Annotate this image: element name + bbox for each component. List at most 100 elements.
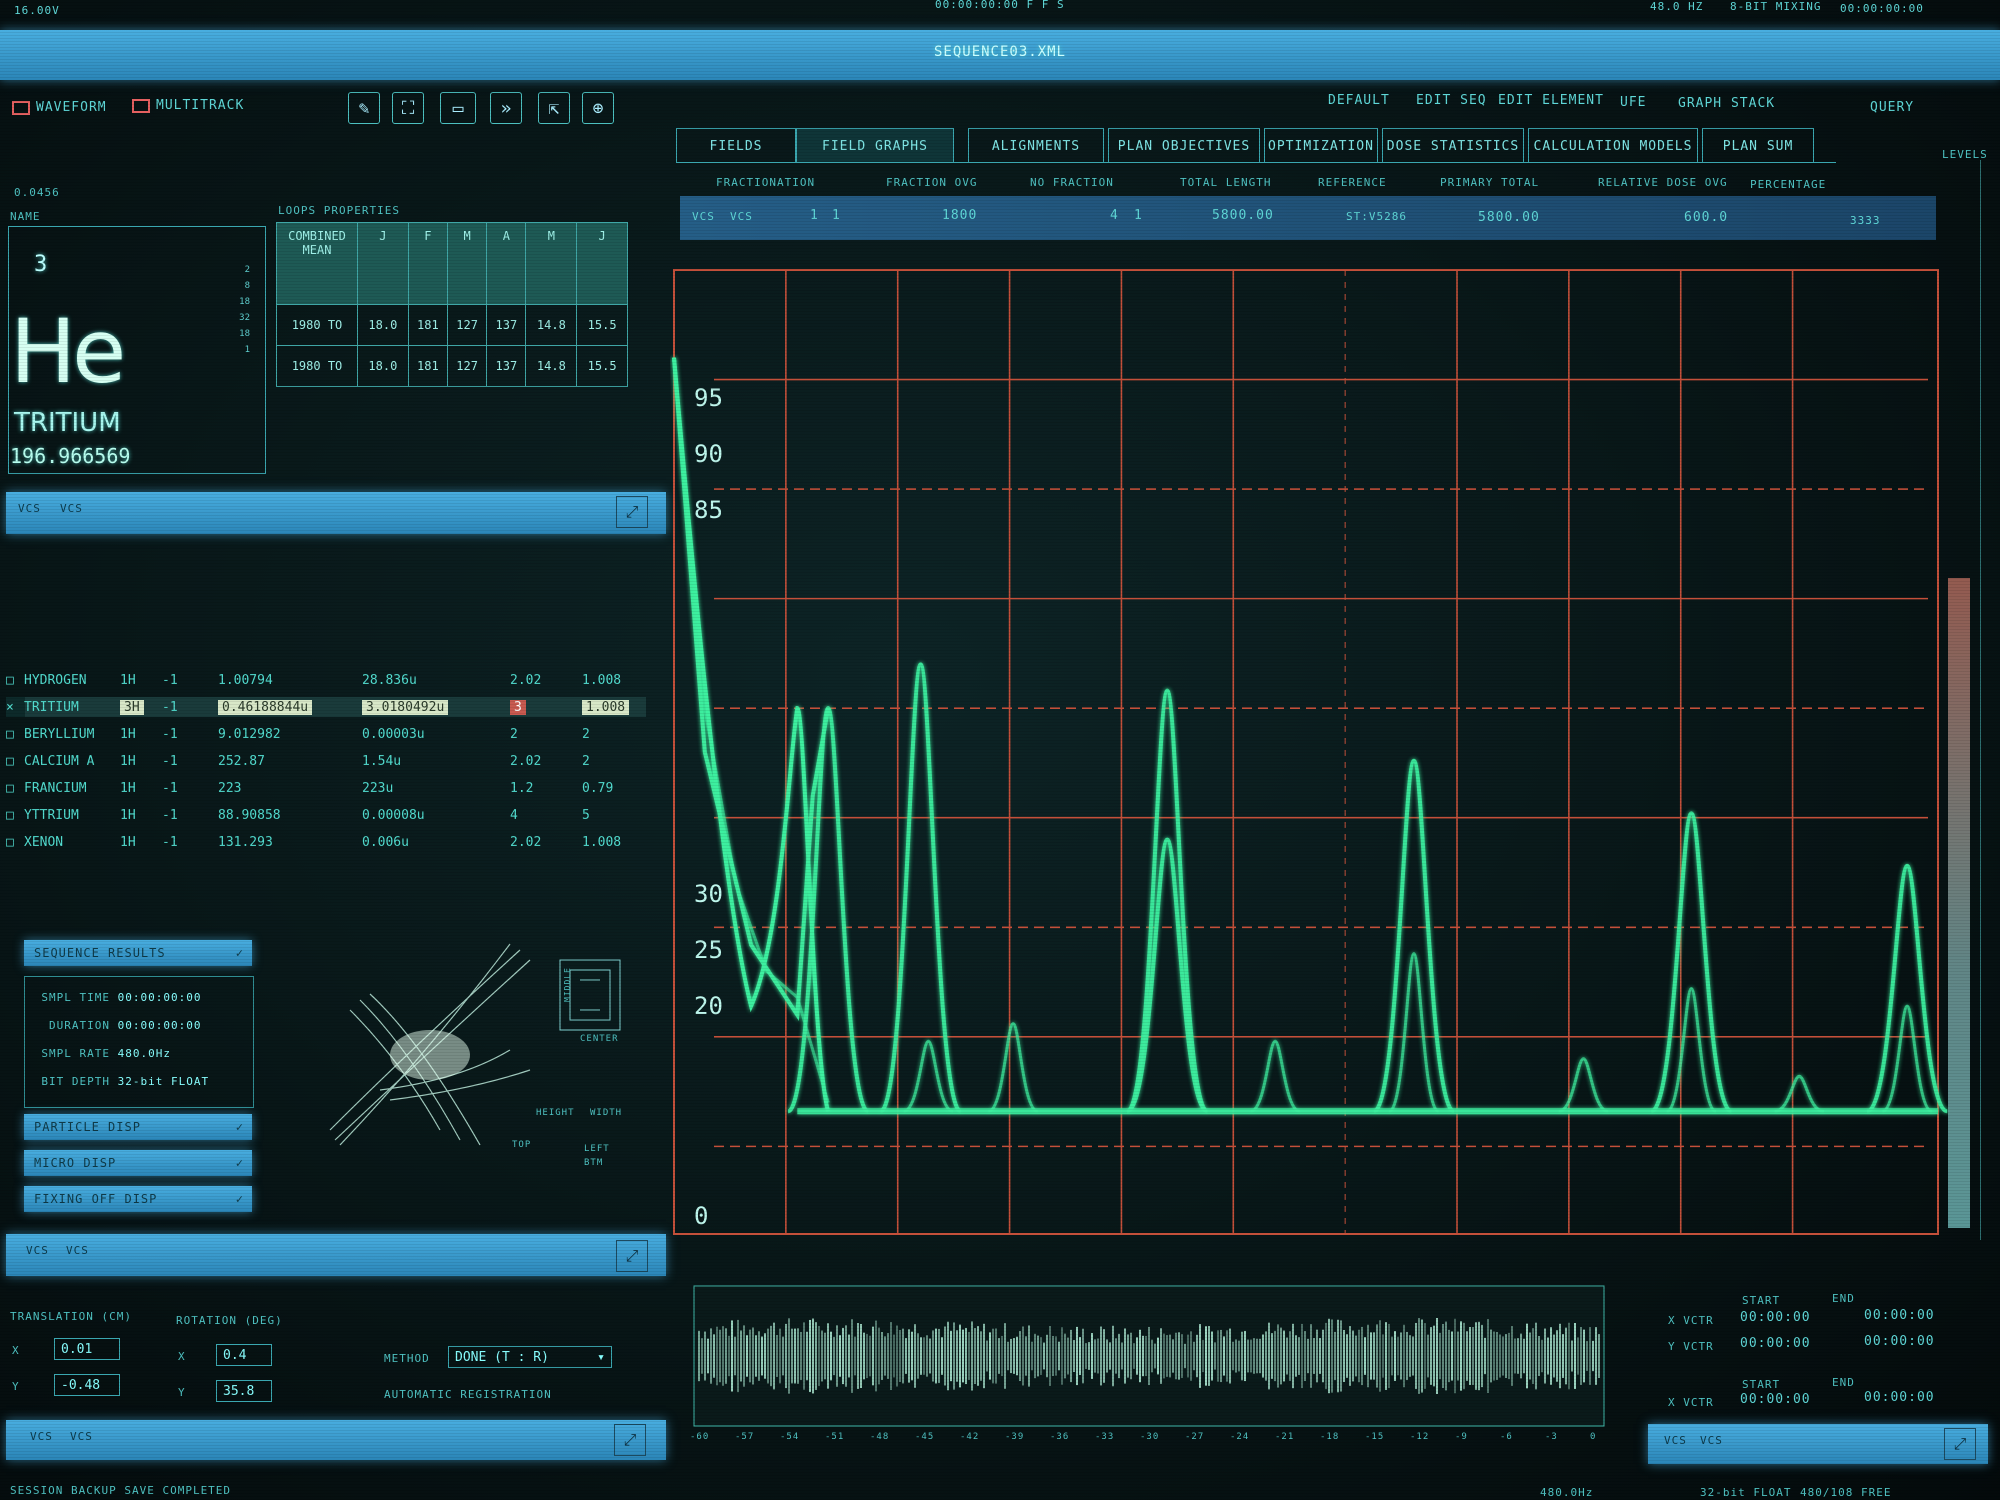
tab-fields[interactable]: FIELDS <box>676 128 796 163</box>
edit-icon[interactable]: ✎ <box>348 92 380 124</box>
col-total-length: TOTAL LENGTH <box>1180 176 1272 189</box>
check-icon: ✓ <box>235 1192 244 1206</box>
list-item[interactable]: × TRITIUM 3H -1 0.46188844u 3.0180492u 3 1.008 <box>6 697 646 717</box>
tab-plan-sum[interactable]: PLAN SUM <box>1702 128 1814 163</box>
checkbox-icon[interactable]: □ <box>6 808 14 823</box>
element-mass: 88.90858 <box>218 807 281 823</box>
trace-series <box>672 357 830 1103</box>
forward-icon[interactable]: » <box>490 92 522 124</box>
tab-field-graphs[interactable]: FIELD GRAPHS <box>796 128 954 163</box>
menu-edit-seq[interactable]: EDIT SEQ <box>1416 93 1487 108</box>
rotation-x-field[interactable]: 0.4 <box>216 1344 272 1366</box>
list-item[interactable]: □ YTTRIUM 1H -1 88.90858 0.00008u 4 5 <box>6 805 646 825</box>
atomic-number: 3 <box>34 252 48 277</box>
tab-divider <box>676 162 1836 163</box>
loops-cell: 15.5 <box>576 345 628 387</box>
expand-icon[interactable]: ⤢ <box>614 1424 646 1456</box>
waveform-toggle[interactable]: WAVEFORM <box>12 100 107 115</box>
spectrogram-bin <box>821 1330 823 1382</box>
tab-optimization[interactable]: OPTIMIZATION <box>1264 128 1378 163</box>
rate-readout: 48.0 HZ <box>1650 0 1704 13</box>
list-item[interactable]: □ BERYLLIUM 1H -1 9.012982 0.00003u 2 2 <box>6 724 646 744</box>
table-row[interactable]: 1980 TO 18.0 181 127 137 14.8 15.5 <box>276 304 628 346</box>
spectrogram-bin <box>1115 1338 1117 1374</box>
multitrack-toggle[interactable]: MULTITRACK <box>132 98 244 113</box>
spectrogram-bin <box>1181 1334 1183 1378</box>
vcs-bar-4[interactable] <box>1648 1424 1988 1464</box>
spectrogram[interactable] <box>690 1282 1630 1450</box>
list-item[interactable]: □ CALCIUM A 1H -1 252.87 1.54u 2.02 2 <box>6 751 646 771</box>
spectrogram-bin <box>1253 1338 1255 1374</box>
spectrogram-bin <box>701 1338 703 1374</box>
list-item[interactable]: □ FRANCIUM 1H -1 223 223u 1.2 0.79 <box>6 778 646 798</box>
spectrogram-bin <box>758 1331 760 1381</box>
viz-center-label: CENTER <box>580 1034 619 1044</box>
ruler-tick-label: -3 <box>1545 1432 1558 1442</box>
spectrogram-bin <box>1085 1343 1087 1369</box>
sequence-results-toggle[interactable]: SEQUENCE RESULTS ✓ <box>24 940 252 966</box>
list-item[interactable]: □ HYDROGEN 1H -1 1.00794 28.836u 2.02 1.008 <box>6 670 646 690</box>
menu-ufe[interactable]: UFE <box>1620 95 1646 110</box>
spectrogram-bin <box>1547 1337 1549 1375</box>
checkbox-icon[interactable]: □ <box>6 835 14 850</box>
spectrogram-bin <box>1322 1329 1324 1383</box>
menu-query[interactable]: QUERY <box>1870 100 1914 115</box>
field-data-row[interactable] <box>680 196 1936 240</box>
expand-icon[interactable]: ⤢ <box>616 1240 648 1272</box>
menu-edit-element[interactable]: EDIT ELEMENT <box>1498 93 1604 108</box>
spectrogram-bin <box>1010 1338 1012 1374</box>
checkbox-icon[interactable]: □ <box>6 727 14 742</box>
spectrogram-bin <box>1100 1326 1102 1386</box>
export-icon[interactable]: ⇱ <box>538 92 570 124</box>
rotation-y-field[interactable]: 35.8 <box>216 1380 272 1402</box>
vcs-bar-3[interactable] <box>6 1420 666 1460</box>
spectrogram-bin <box>1187 1334 1189 1378</box>
checkbox-icon[interactable]: □ <box>6 673 14 688</box>
waveform-chart[interactable]: 95 90 85 30 25 20 0 <box>670 266 1950 1242</box>
spectrogram-bin <box>743 1325 745 1387</box>
spectrogram-bin <box>929 1338 931 1374</box>
anchor-icon[interactable]: ⊕ <box>582 92 614 124</box>
particle-disp-toggle[interactable]: PARTICLE DISP ✓ <box>24 1114 252 1140</box>
expand-icon[interactable]: ⤢ <box>616 496 648 528</box>
vcs-bar[interactable] <box>6 492 666 534</box>
checkbox-icon[interactable]: □ <box>6 781 14 796</box>
spectrogram-bin <box>779 1328 781 1384</box>
element-unit: 1.54u <box>362 753 402 769</box>
list-item[interactable]: □ XENON 1H -1 131.293 0.006u 2.02 1.008 <box>6 832 646 852</box>
menu-default[interactable]: DEFAULT <box>1328 93 1390 108</box>
tab-plan-objectives[interactable]: PLAN OBJECTIVES <box>1108 128 1260 163</box>
table-row[interactable]: 1980 TO 18.0 181 127 137 14.8 15.5 <box>276 345 628 387</box>
checkbox-icon[interactable]: × <box>6 700 14 715</box>
spectrogram-bin <box>1247 1339 1249 1373</box>
spectrogram-bin <box>872 1326 874 1386</box>
loops-cell: 181 <box>407 304 448 346</box>
checkbox-icon[interactable]: □ <box>6 754 14 769</box>
fullscreen-icon[interactable]: ⛶ <box>392 92 424 124</box>
fixing-off-disp-toggle[interactable]: FIXING OFF DISP ✓ <box>24 1186 252 1212</box>
translation-y-field[interactable]: -0.48 <box>54 1374 120 1396</box>
loops-cell: 127 <box>446 304 488 346</box>
translation-x-field[interactable]: 0.01 <box>54 1338 120 1360</box>
menu-graph-stack[interactable]: GRAPH STACK <box>1678 96 1775 111</box>
ruler-tick-label: -36 <box>1050 1432 1070 1442</box>
rotation-y-label: Y <box>178 1386 186 1399</box>
element-charge: -1 <box>162 834 178 850</box>
row-cell: 1 <box>1134 208 1143 223</box>
spectrogram-bin <box>1349 1326 1351 1386</box>
spectrogram-bin <box>1244 1330 1246 1382</box>
tab-alignments[interactable]: ALIGNMENTS <box>968 128 1104 163</box>
method-select[interactable]: DONE (T : R) ▾ <box>448 1346 612 1368</box>
tab-dose-statistics[interactable]: DOSE STATISTICS <box>1382 128 1524 163</box>
spectrogram-bin <box>1559 1323 1561 1389</box>
vcs-bar-2[interactable] <box>6 1234 666 1276</box>
loops-cell: 181 <box>407 345 448 387</box>
vcs-label: VCS <box>30 1430 53 1443</box>
row-cell: 5800.00 <box>1478 210 1540 225</box>
element-charge: -1 <box>162 726 178 742</box>
display-icon[interactable]: ▭ <box>440 92 476 124</box>
expand-icon[interactable]: ⤢ <box>1944 1428 1976 1460</box>
micro-disp-toggle[interactable]: MICRO DISP ✓ <box>24 1150 252 1176</box>
tab-calculation-models[interactable]: CALCULATION MODELS <box>1528 128 1698 163</box>
row-cell: 4 <box>1110 208 1119 223</box>
